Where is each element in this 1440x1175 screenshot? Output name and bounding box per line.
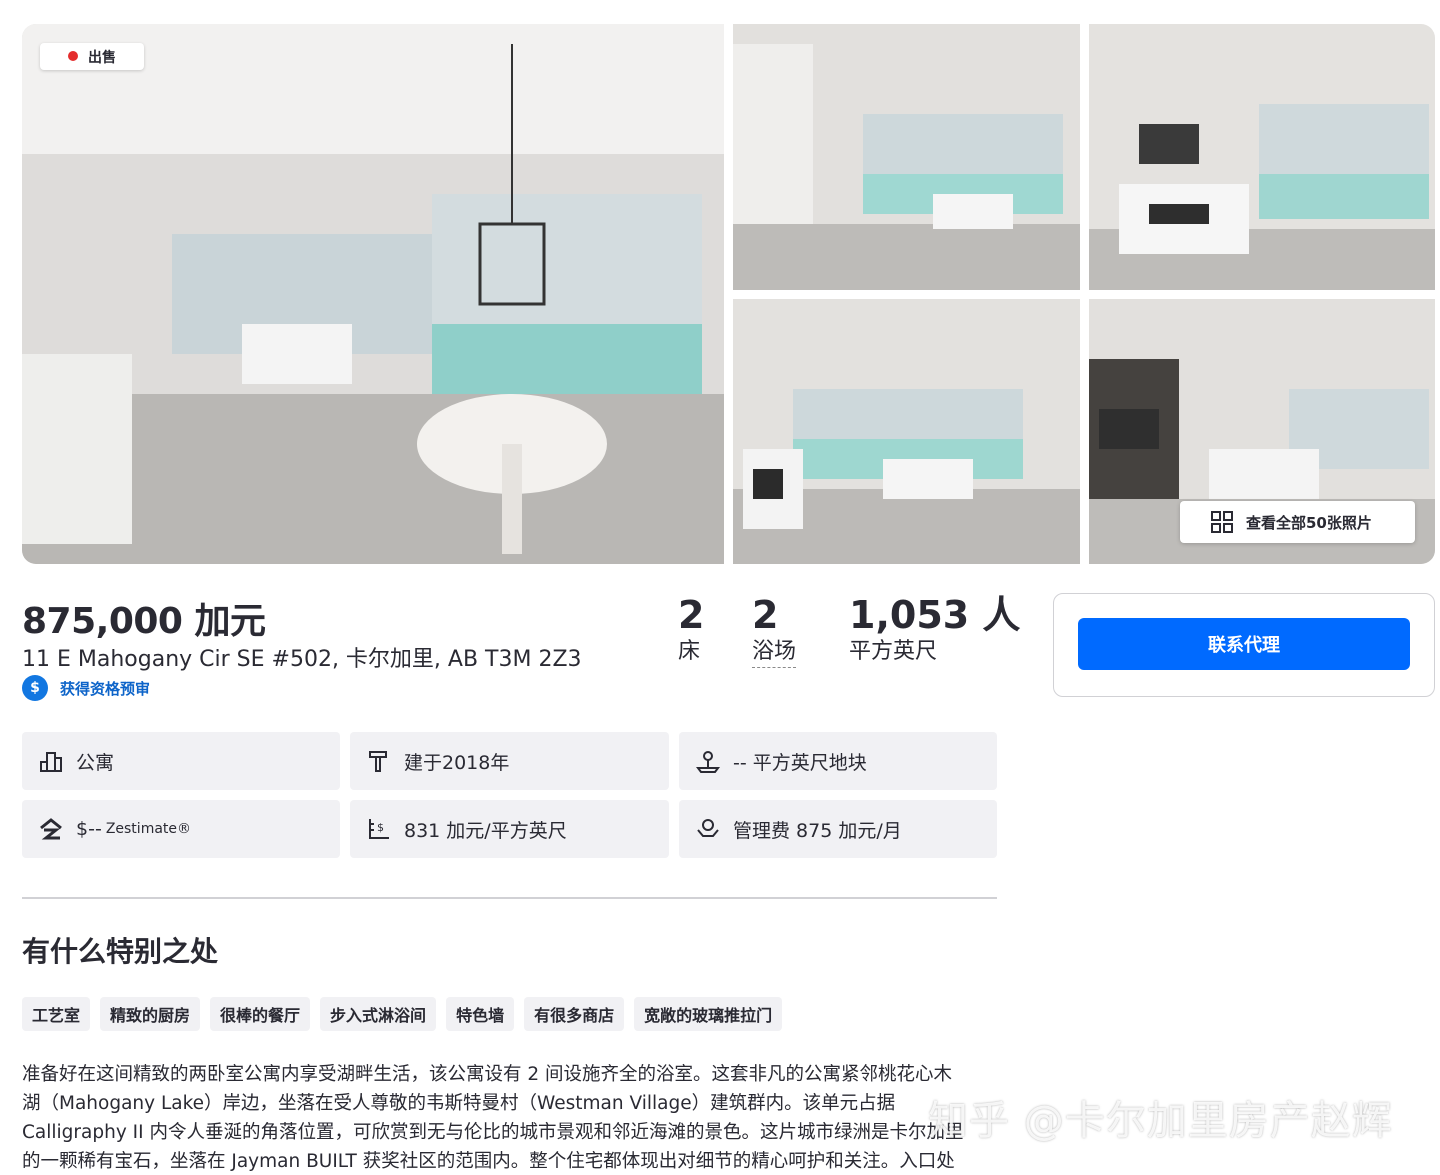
home-type-text: 公寓: [76, 751, 115, 774]
feature-tag: 工艺室: [22, 997, 91, 1031]
grid-icon: [1211, 511, 1233, 533]
price-per-sqft-text: 831 加元/平方英尺: [404, 819, 567, 842]
feature-tag: 特色墙: [446, 997, 515, 1031]
view-all-photos-button[interactable]: 查看全部50张照片: [1180, 501, 1415, 543]
year-built-text: 建于2018年: [404, 751, 510, 774]
beds-stat: 2 床: [678, 593, 704, 667]
listing-price: 875,000 加元: [22, 601, 266, 642]
fact-hoa: 管理费 875 加元/月: [679, 800, 997, 858]
zestimate-label[interactable]: Zestimate®: [106, 821, 191, 837]
thumbnail-photo-1[interactable]: [733, 24, 1080, 290]
feature-tag: 宽敞的玻璃推拉门: [634, 997, 783, 1031]
zillow-logo-icon: [40, 818, 62, 840]
feature-tag: 有很多商店: [524, 997, 625, 1031]
building-icon: [40, 752, 62, 772]
description-line: 准备好在这间精致的两卧室公寓内享受湖畔生活，该公寓设有 2 间设施齐全的浴室。这…: [22, 1064, 953, 1085]
fact-home-type: 公寓: [22, 732, 340, 790]
get-prequalified-label: 获得资格预审: [60, 679, 151, 698]
hammer-icon: [369, 751, 387, 772]
lot-size-text: -- 平方英尺地块: [733, 751, 867, 774]
area-value: 1,053 人: [849, 593, 1021, 637]
main-photo[interactable]: 出售: [22, 24, 724, 564]
section-divider: [22, 897, 997, 899]
listing-address: 11 E Mahogany Cir SE #502, 卡尔加里, AB T3M …: [22, 647, 582, 672]
svg-text:$: $: [377, 821, 384, 834]
lot-icon: [696, 751, 720, 773]
hoa-text: 管理费 875 加元/月: [733, 819, 902, 842]
feature-tag: 很棒的餐厅: [210, 997, 311, 1031]
feature-tag: 步入式淋浴间: [320, 997, 437, 1031]
hand-coin-icon: [697, 819, 719, 837]
watermark: 知乎 @卡尔加里房产赵辉: [928, 1098, 1393, 1144]
feature-tags: 工艺室 精致的厨房 很棒的餐厅 步入式淋浴间 特色墙 有很多商店 宽敞的玻璃推拉…: [22, 997, 783, 1031]
fact-year-built: 建于2018年: [350, 732, 669, 790]
fact-zestimate[interactable]: $-- Zestimate®: [22, 800, 340, 858]
feature-tag: 精致的厨房: [100, 997, 201, 1031]
baths-stat[interactable]: 2 浴场: [752, 593, 797, 668]
fact-price-per-sqft: $ 831 加元/平方英尺: [350, 800, 669, 858]
view-all-photos-label: 查看全部50张照片: [1246, 513, 1372, 532]
get-prequalified-link[interactable]: $ 获得资格预审: [22, 675, 150, 701]
sale-status-label: 出售: [88, 49, 116, 66]
whats-special-title: 有什么特别之处: [22, 935, 219, 968]
price-per-sqft-icon: $: [369, 819, 389, 839]
thumbnail-photo-3[interactable]: [733, 299, 1080, 564]
description-line: 湖（Mahogany Lake）岸边，坐落在受人尊敬的韦斯特曼村（Westman…: [22, 1093, 896, 1114]
contact-agent-card: 联系代理: [1053, 593, 1435, 697]
contact-agent-button[interactable]: 联系代理: [1078, 618, 1410, 670]
zestimate-value: $--: [76, 818, 102, 840]
listing-description: 准备好在这间精致的两卧室公寓内享受湖畔生活，该公寓设有 2 间设施齐全的浴室。这…: [22, 1060, 1002, 1175]
beds-value: 2: [678, 593, 705, 637]
description-line: 的一颗稀有宝石，坐落在 Jayman BUILT 获奖社区的范围内。整个住宅都体…: [22, 1151, 955, 1172]
thumbnail-photo-2[interactable]: [1089, 24, 1435, 290]
photo-gallery: 出售 查看全部50张照片: [22, 24, 1435, 564]
baths-label[interactable]: 浴场: [752, 637, 797, 668]
description-line: Calligraphy II 内令人垂涎的角落位置，可欣赏到无与伦比的城市景观和…: [22, 1122, 964, 1143]
fact-lot-size: -- 平方英尺地块: [679, 732, 997, 790]
status-dot-icon: [68, 51, 78, 61]
beds-label: 床: [678, 639, 701, 664]
area-stat: 1,053 人 平方英尺: [849, 593, 1020, 667]
baths-value: 2: [752, 593, 779, 637]
sale-status-badge: 出售: [40, 43, 144, 70]
area-label: 平方英尺: [849, 639, 938, 664]
dollar-icon: $: [22, 675, 48, 701]
